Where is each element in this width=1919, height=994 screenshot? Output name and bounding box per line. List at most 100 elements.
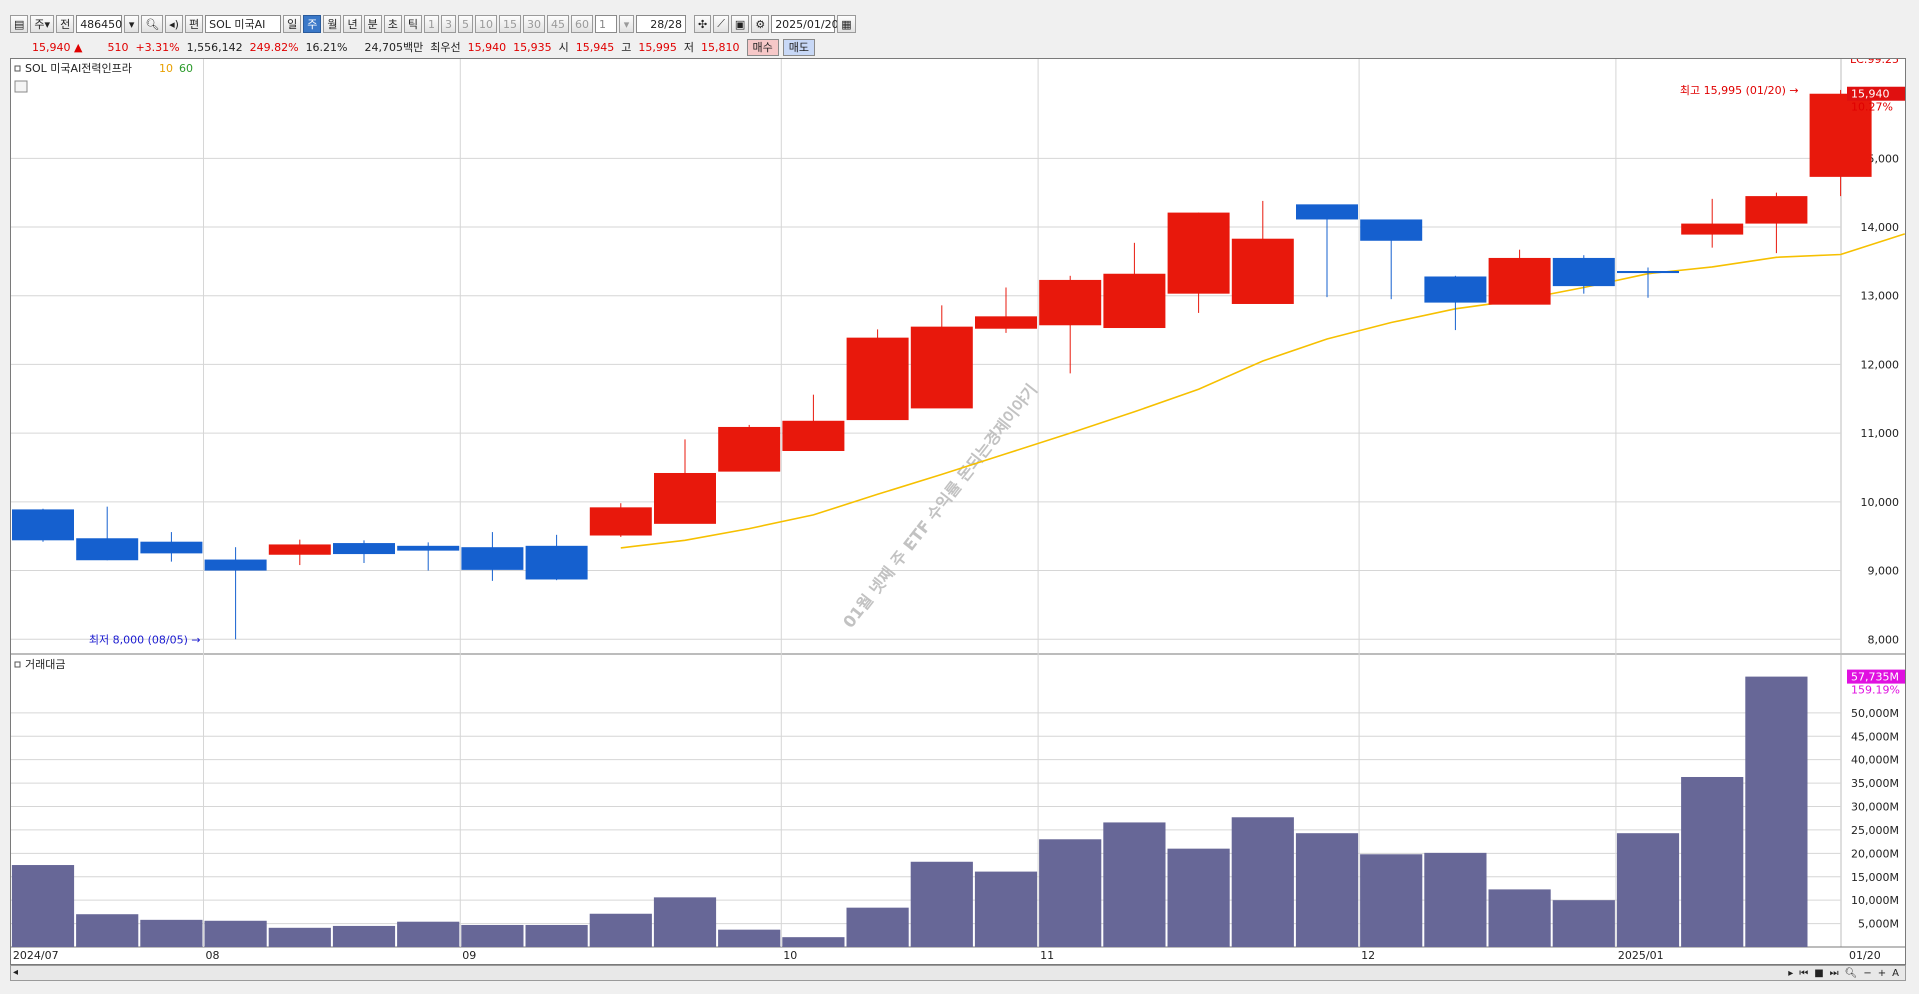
interval-month[interactable]: 월 [323,15,342,33]
current-price-pct: 10.27% [1851,101,1893,114]
calculator-icon [14,80,28,93]
x-tick-label: 08 [206,949,220,962]
all-button[interactable]: 전 [56,15,75,33]
price-tick-label: 14,000 [1861,221,1900,234]
volume-bar [1039,839,1102,947]
interval-second[interactable]: 초 [383,15,402,33]
period-dropdown[interactable]: 주 ▾ [30,15,55,33]
quote-bar: 15,940 ▲ 510 +3.31% 1,556,142 249.82% 16… [12,38,819,56]
volume-bar [1681,776,1744,947]
volume-tick-label: 5,000M [1858,918,1899,931]
volume-bar [718,929,781,947]
candle-body [718,426,781,472]
sell-button[interactable]: 매도 [782,38,815,56]
code-dropdown-icon[interactable]: ▾ [124,15,140,33]
custom-interval-dropdown-icon[interactable]: ▾ [618,15,634,33]
buy-button[interactable]: 매수 [746,38,779,56]
date-input[interactable]: 2025/01/20 [771,15,839,33]
minute-option-15[interactable]: 15 [498,15,521,33]
candle-body [1552,257,1615,287]
custom-interval-input[interactable]: 1 [594,15,617,33]
volume-tick-label: 10,000M [1851,894,1899,907]
volume-bar [11,865,75,947]
speaker-icon[interactable]: ◂) [165,15,183,33]
search-icon[interactable]: 🔍︎ [141,15,164,33]
volume-bar [204,920,267,947]
gear-icon[interactable]: ⚙ [751,15,770,33]
candle-body [1681,223,1744,235]
candle-body [268,544,331,555]
minute-option-10[interactable]: 10 [474,15,497,33]
edit-button[interactable]: 편 [184,15,204,33]
horizontal-scrollbar[interactable]: ◂ ▸ ⏮ ■ ⏭ 🔍︎ − + A [10,965,1906,981]
candle-body [525,545,588,580]
low-price: 15,810 [701,40,740,54]
candle-body [76,538,139,561]
volume-bar [332,925,396,947]
volume-tick-label: 15,000M [1851,871,1899,884]
x-tick-label: 11 [1040,949,1054,962]
high-label: 고 [621,41,632,54]
current-price: 15,940 ▲ [32,40,83,54]
minute-option-30[interactable]: 30 [522,15,545,33]
first-page-icon[interactable]: ⏮ [1797,968,1810,979]
volume-panel-title: 거래대금 [25,658,65,671]
candle-body [1103,273,1166,329]
scroll-right-icon[interactable]: ▸ [1786,968,1795,979]
candle-body [1360,219,1423,241]
trend-line-icon[interactable]: ⟋ [713,15,729,33]
volume-value-tag: 57,735M [1851,671,1899,684]
candle-body [589,507,652,536]
last-page-icon[interactable]: ⏭ [1828,968,1841,979]
minute-option-1[interactable]: 1 [423,15,439,33]
code-input[interactable]: 486450 [76,15,123,33]
chart-frame[interactable]: 8,000 9,000 10,000 11,000 12,000 13,000 14,000… [10,58,1906,965]
volume-bar [653,897,717,947]
price-tick-label: 10,000 [1861,496,1900,509]
font-size-icon[interactable]: A [1890,968,1901,979]
candle-body [1617,270,1679,274]
high-annotation: 최고 15,995 (01/20) → [1680,84,1799,97]
volume-bar [846,907,909,947]
volume-bar [140,919,203,947]
save-icon[interactable]: ▣ [730,15,750,33]
crosshair-icon[interactable]: ✣ [693,15,712,33]
volume: 1,556,142 [186,40,243,54]
candle-body [975,316,1037,329]
minute-option-5[interactable]: 5 [457,15,473,33]
volume-bar [1616,833,1680,947]
candle-body [1039,279,1102,326]
scroll-left-icon[interactable]: ◂ [13,967,18,978]
candle-body [1231,238,1294,304]
chart-canvas[interactable]: 8,000 9,000 10,000 11,000 12,000 13,000 14,000… [11,59,1905,964]
minute-option-60[interactable]: 60 [570,15,593,33]
volume-tick-label: 30,000M [1851,801,1899,814]
candle-body [333,543,395,555]
count-display: 28/28 [635,15,686,33]
calendar-icon[interactable]: ▦ [837,15,856,33]
volume-bar [1103,822,1166,947]
chart-settings-icon[interactable]: ▤ [10,15,29,33]
zoom-in-icon[interactable]: + [1876,968,1888,979]
zoom-out-icon[interactable]: − [1861,968,1873,979]
zoom-icon[interactable]: 🔍︎ [1843,968,1860,979]
candle-body [1488,257,1551,305]
interval-tick[interactable]: 틱 [403,15,422,33]
lc-label: LC:99.25 [1850,59,1899,66]
interval-minute[interactable]: 분 [363,15,382,33]
volume-bar [782,937,845,947]
minute-option-45[interactable]: 45 [546,15,569,33]
interval-week[interactable]: 주 [303,15,322,33]
volume-bar [1167,848,1230,947]
volume-tick-label: 45,000M [1851,730,1899,743]
stop-icon[interactable]: ■ [1812,968,1825,979]
minute-option-3[interactable]: 3 [440,15,456,33]
interval-year[interactable]: 년 [343,15,362,33]
volume-legend-marker [14,661,21,668]
interval-day[interactable]: 일 [283,15,302,33]
volume-bar [397,921,460,947]
x-tick-label: 2025/01 [1618,949,1664,962]
volume-bar [1488,889,1551,947]
volume-bar [1424,852,1487,947]
x-tick-label: 10 [783,949,797,962]
